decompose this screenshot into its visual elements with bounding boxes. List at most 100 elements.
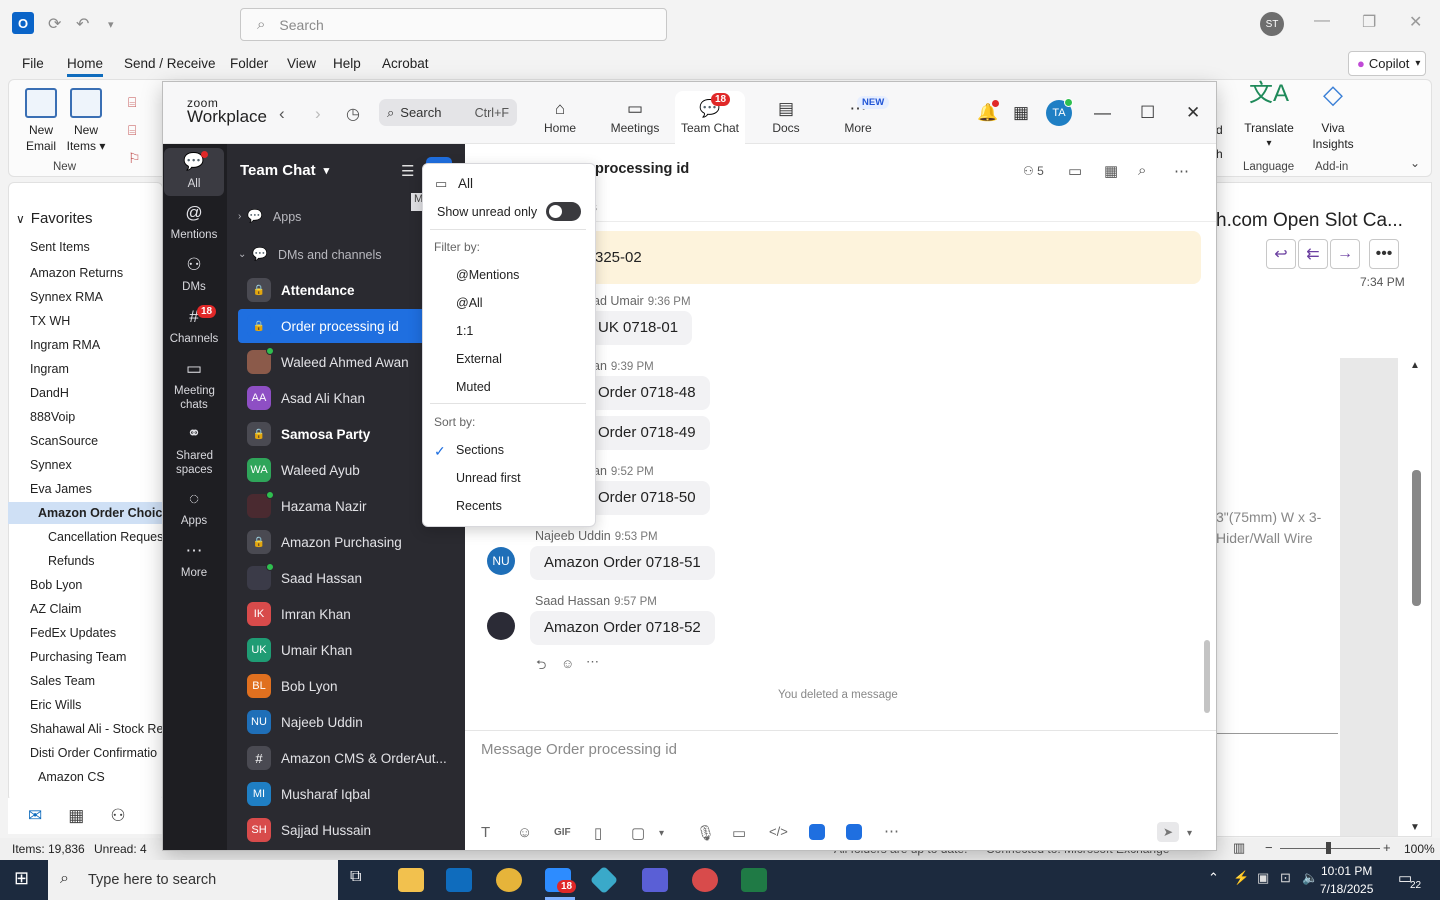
calendar-icon[interactable]: ▦	[68, 806, 84, 826]
show-unread-toggle[interactable]	[546, 202, 581, 221]
rail-apps[interactable]: ◌ Apps	[164, 490, 224, 528]
menu-acrobat[interactable]: Acrobat	[382, 56, 429, 71]
tab-team-chat[interactable]: 💬 Team Chat	[675, 91, 745, 144]
chrome-icon[interactable]	[496, 868, 522, 892]
customize-quick-access-icon[interactable]: ▾	[108, 18, 114, 31]
calendar-icon[interactable]: ▦	[1013, 103, 1029, 123]
filter-option[interactable]: @All	[456, 296, 483, 310]
zoom-minimize-icon[interactable]: —	[1094, 103, 1111, 123]
filter-option[interactable]: Muted	[456, 380, 491, 394]
folder-item[interactable]: Sent Items	[30, 240, 90, 254]
outlook-search-box[interactable]: ⌕ Search	[240, 8, 667, 41]
reply-icon[interactable]: ↩	[1266, 239, 1296, 269]
zoom-out-icon[interactable]: −	[1265, 840, 1273, 855]
search-icon[interactable]: ⌕	[1138, 162, 1146, 179]
chrome-profile-icon[interactable]	[692, 868, 718, 892]
video-clip-icon[interactable]: ▭	[732, 824, 746, 842]
filter-icon[interactable]: ☰	[401, 162, 414, 180]
channel-item[interactable]: IK Imran Khan	[238, 597, 462, 631]
rail-shared-spaces[interactable]: ⚭ Shared spaces	[164, 425, 224, 477]
network-icon[interactable]: ⊡	[1280, 870, 1291, 886]
forward-icon[interactable]: →	[1330, 239, 1360, 269]
sort-option[interactable]: Recents	[456, 499, 502, 513]
app-icon[interactable]	[809, 824, 825, 840]
channel-item[interactable]: SH Sajjad Hussain	[238, 813, 462, 847]
filter-option[interactable]: 1:1	[456, 324, 473, 338]
send-icon[interactable]: ➤	[1157, 822, 1179, 842]
folder-item[interactable]: 888Voip	[30, 410, 75, 424]
rail-mentions[interactable]: @ Mentions	[164, 204, 224, 242]
avatar[interactable]	[487, 612, 515, 640]
outlook-user-avatar[interactable]: ST	[1260, 12, 1284, 36]
rail-channels[interactable]: # Channels	[164, 308, 224, 346]
more-options-icon[interactable]: ⋯	[586, 654, 599, 670]
folder-item[interactable]: Synnex	[30, 458, 72, 472]
teams-icon[interactable]	[642, 868, 668, 892]
chevron-down-icon[interactable]: ▾	[659, 828, 664, 839]
emoji-icon[interactable]: ☺	[517, 824, 532, 841]
channel-item[interactable]: Saad Hassan	[238, 561, 462, 595]
members-count[interactable]: ⚇ 5	[1023, 164, 1044, 178]
task-view-icon[interactable]: ⧉	[350, 868, 361, 886]
new-items-button[interactable]: New Items ▾	[66, 88, 106, 154]
new-email-button[interactable]: New Email	[22, 88, 60, 154]
code-icon[interactable]: </>	[769, 824, 788, 839]
chat-title[interactable]: processing id	[595, 161, 689, 177]
folder-item[interactable]: Ingram	[30, 362, 69, 376]
tab-docs[interactable]: ▤ Docs	[751, 91, 821, 143]
folder-item[interactable]: Amazon Returns	[30, 266, 123, 280]
outlook-minimize-icon[interactable]: —	[1314, 12, 1330, 30]
tray-icon[interactable]: ⚡	[1233, 870, 1249, 886]
zoom-search-box[interactable]: ⌕ Search Ctrl+F	[379, 99, 517, 126]
reply-all-icon[interactable]: ⇇	[1298, 239, 1328, 269]
channel-item[interactable]: NU Najeeb Uddin	[238, 705, 462, 739]
menu-help[interactable]: Help	[333, 56, 361, 71]
file-icon[interactable]: ▯	[594, 824, 602, 842]
folder-item[interactable]: Eva James	[30, 482, 92, 496]
folder-item[interactable]: Refunds	[48, 554, 95, 568]
gif-icon[interactable]: GIF	[554, 827, 571, 838]
microphone-icon[interactable]: 🎙	[696, 824, 715, 842]
outlook-maximize-icon[interactable]: ❐	[1362, 12, 1376, 32]
folder-item[interactable]: ScanSource	[30, 434, 98, 448]
message-bubble[interactable]: Amazon Order 0718-51	[530, 546, 715, 580]
folder-item[interactable]: Disti Order Confirmatio	[30, 746, 157, 760]
folder-item[interactable]: Sales Team	[30, 674, 95, 688]
folder-item[interactable]: Shahawal Ali - Stock Re	[30, 722, 163, 736]
copilot-button[interactable]: ● Copilot ▾	[1348, 51, 1426, 76]
translate-button[interactable]: 文A Translate ▾	[1242, 82, 1296, 152]
folder-item[interactable]: Amazon Order Choice	[8, 502, 169, 524]
ribbon-collapse-icon[interactable]: ⌄	[1410, 156, 1420, 170]
filter-option[interactable]: External	[456, 352, 502, 366]
menu-file[interactable]: File	[22, 56, 44, 71]
tab-meetings[interactable]: ▭ Meetings	[600, 91, 670, 143]
message-input[interactable]: Message Order processing id	[481, 741, 677, 758]
scroll-up-icon[interactable]: ▲	[1410, 360, 1420, 371]
channel-item[interactable]: # Amazon CMS & OrderAut...	[238, 741, 462, 775]
rail-dms[interactable]: ⚇ DMs	[164, 256, 224, 294]
filter-all-option[interactable]: All	[458, 176, 473, 191]
folder-item[interactable]: Ingram RMA	[30, 338, 100, 352]
channel-item[interactable]: BL Bob Lyon	[238, 669, 462, 703]
folder-item[interactable]: DandH	[30, 386, 69, 400]
tray-icon[interactable]: ▣	[1257, 870, 1269, 886]
ribbon-small-icons[interactable]: ⌸ ⌸ ⚐	[128, 88, 141, 172]
rail-all[interactable]: 💬 All	[164, 148, 224, 196]
chevron-down-icon[interactable]: ▾	[1187, 828, 1192, 839]
folder-item[interactable]: TX WH	[30, 314, 70, 328]
zoom-in-icon[interactable]: +	[1383, 840, 1391, 855]
folder-item[interactable]: Synnex RMA	[30, 290, 103, 304]
video-call-icon[interactable]: ▭	[1068, 162, 1082, 180]
folder-item[interactable]: FedEx Updates	[30, 626, 116, 640]
history-icon[interactable]: ◷	[346, 104, 360, 124]
reading-view-icon[interactable]: ▥	[1233, 840, 1245, 856]
folder-item[interactable]: Purchasing Team	[30, 650, 126, 664]
menu-home[interactable]: Home	[67, 56, 104, 77]
scroll-down-icon[interactable]: ▼	[1410, 822, 1420, 833]
menu-send-receive[interactable]: Send / Receive	[124, 56, 216, 71]
favorites-header[interactable]: ∨ Favorites	[16, 210, 92, 227]
rail-meeting-chats[interactable]: ▭ Meeting chats	[164, 360, 224, 412]
reply-icon[interactable]: ⮌	[536, 656, 546, 678]
avatar[interactable]: NU	[487, 547, 515, 575]
viva-insights-button[interactable]: ◇ Viva Insights	[1308, 81, 1358, 152]
